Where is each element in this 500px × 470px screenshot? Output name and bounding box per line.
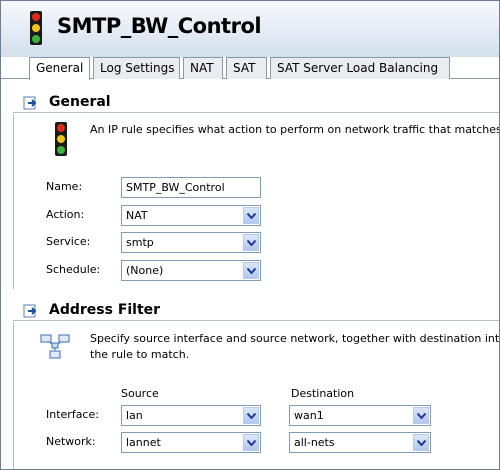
network-icon <box>40 334 70 359</box>
source-network-value: lannet <box>126 436 161 449</box>
address-filter-description-line2: the rule to match. <box>90 348 190 361</box>
tab-general[interactable]: General <box>29 57 90 80</box>
source-interface-value: lan <box>126 409 143 422</box>
tab-sat[interactable]: SAT <box>226 57 267 79</box>
service-label: Service: <box>46 235 91 248</box>
traffic-light-icon <box>30 11 42 45</box>
source-header: Source <box>121 387 159 400</box>
name-field[interactable] <box>121 177 261 198</box>
name-label: Name: <box>46 180 83 193</box>
schedule-label: Schedule: <box>46 263 101 276</box>
destination-network-select[interactable]: all-nets <box>289 432 431 453</box>
network-label: Network: <box>46 435 96 448</box>
service-select[interactable]: smtp <box>121 232 261 253</box>
section-title-general: General <box>49 94 111 110</box>
window-header: SMTP_BW_Control <box>1 1 499 57</box>
schedule-select[interactable]: (None) <box>121 260 261 281</box>
action-label: Action: <box>46 208 85 221</box>
address-filter-section-body: Specify source interface and source netw… <box>13 322 500 469</box>
schedule-value: (None) <box>126 264 164 277</box>
chevron-down-icon[interactable] <box>243 407 259 424</box>
rule-properties-window: SMTP_BW_Control General Log Settings NAT… <box>0 0 500 470</box>
destination-network-value: all-nets <box>294 436 335 449</box>
interface-label: Interface: <box>46 408 99 421</box>
address-filter-description-line1: Specify source interface and source netw… <box>90 332 500 345</box>
tab-sat-server-load-balancing[interactable]: SAT Server Load Balancing <box>270 57 450 79</box>
source-network-select[interactable]: lannet <box>121 432 261 453</box>
source-interface-select[interactable]: lan <box>121 405 261 426</box>
tab-log-settings[interactable]: Log Settings <box>93 57 180 79</box>
tab-bar: General Log Settings NAT SAT SAT Server … <box>1 57 499 80</box>
tab-content: General An IP rule specifies what action… <box>1 79 500 469</box>
chevron-down-icon[interactable] <box>243 207 259 224</box>
general-section-body: An IP rule specifies what action to perf… <box>13 114 500 289</box>
section-title-address-filter: Address Filter <box>49 302 161 318</box>
address-filter-section-header: Address Filter <box>13 301 499 321</box>
action-select[interactable]: NAT <box>121 205 261 226</box>
general-description: An IP rule specifies what action to perf… <box>90 123 500 136</box>
destination-interface-select[interactable]: wan1 <box>289 405 431 426</box>
chevron-down-icon[interactable] <box>243 234 259 251</box>
arrow-right-icon <box>23 304 37 318</box>
arrow-right-icon <box>23 96 37 110</box>
destination-interface-value: wan1 <box>294 409 324 422</box>
tab-nat[interactable]: NAT <box>183 57 223 79</box>
service-value: smtp <box>126 236 154 249</box>
page-title: SMTP_BW_Control <box>57 14 262 38</box>
chevron-down-icon[interactable] <box>243 262 259 279</box>
general-section-header: General <box>13 93 499 113</box>
traffic-light-icon <box>55 122 67 156</box>
chevron-down-icon[interactable] <box>243 434 259 451</box>
destination-header: Destination <box>291 387 355 400</box>
chevron-down-icon[interactable] <box>413 434 429 451</box>
chevron-down-icon[interactable] <box>413 407 429 424</box>
action-value: NAT <box>126 209 148 222</box>
